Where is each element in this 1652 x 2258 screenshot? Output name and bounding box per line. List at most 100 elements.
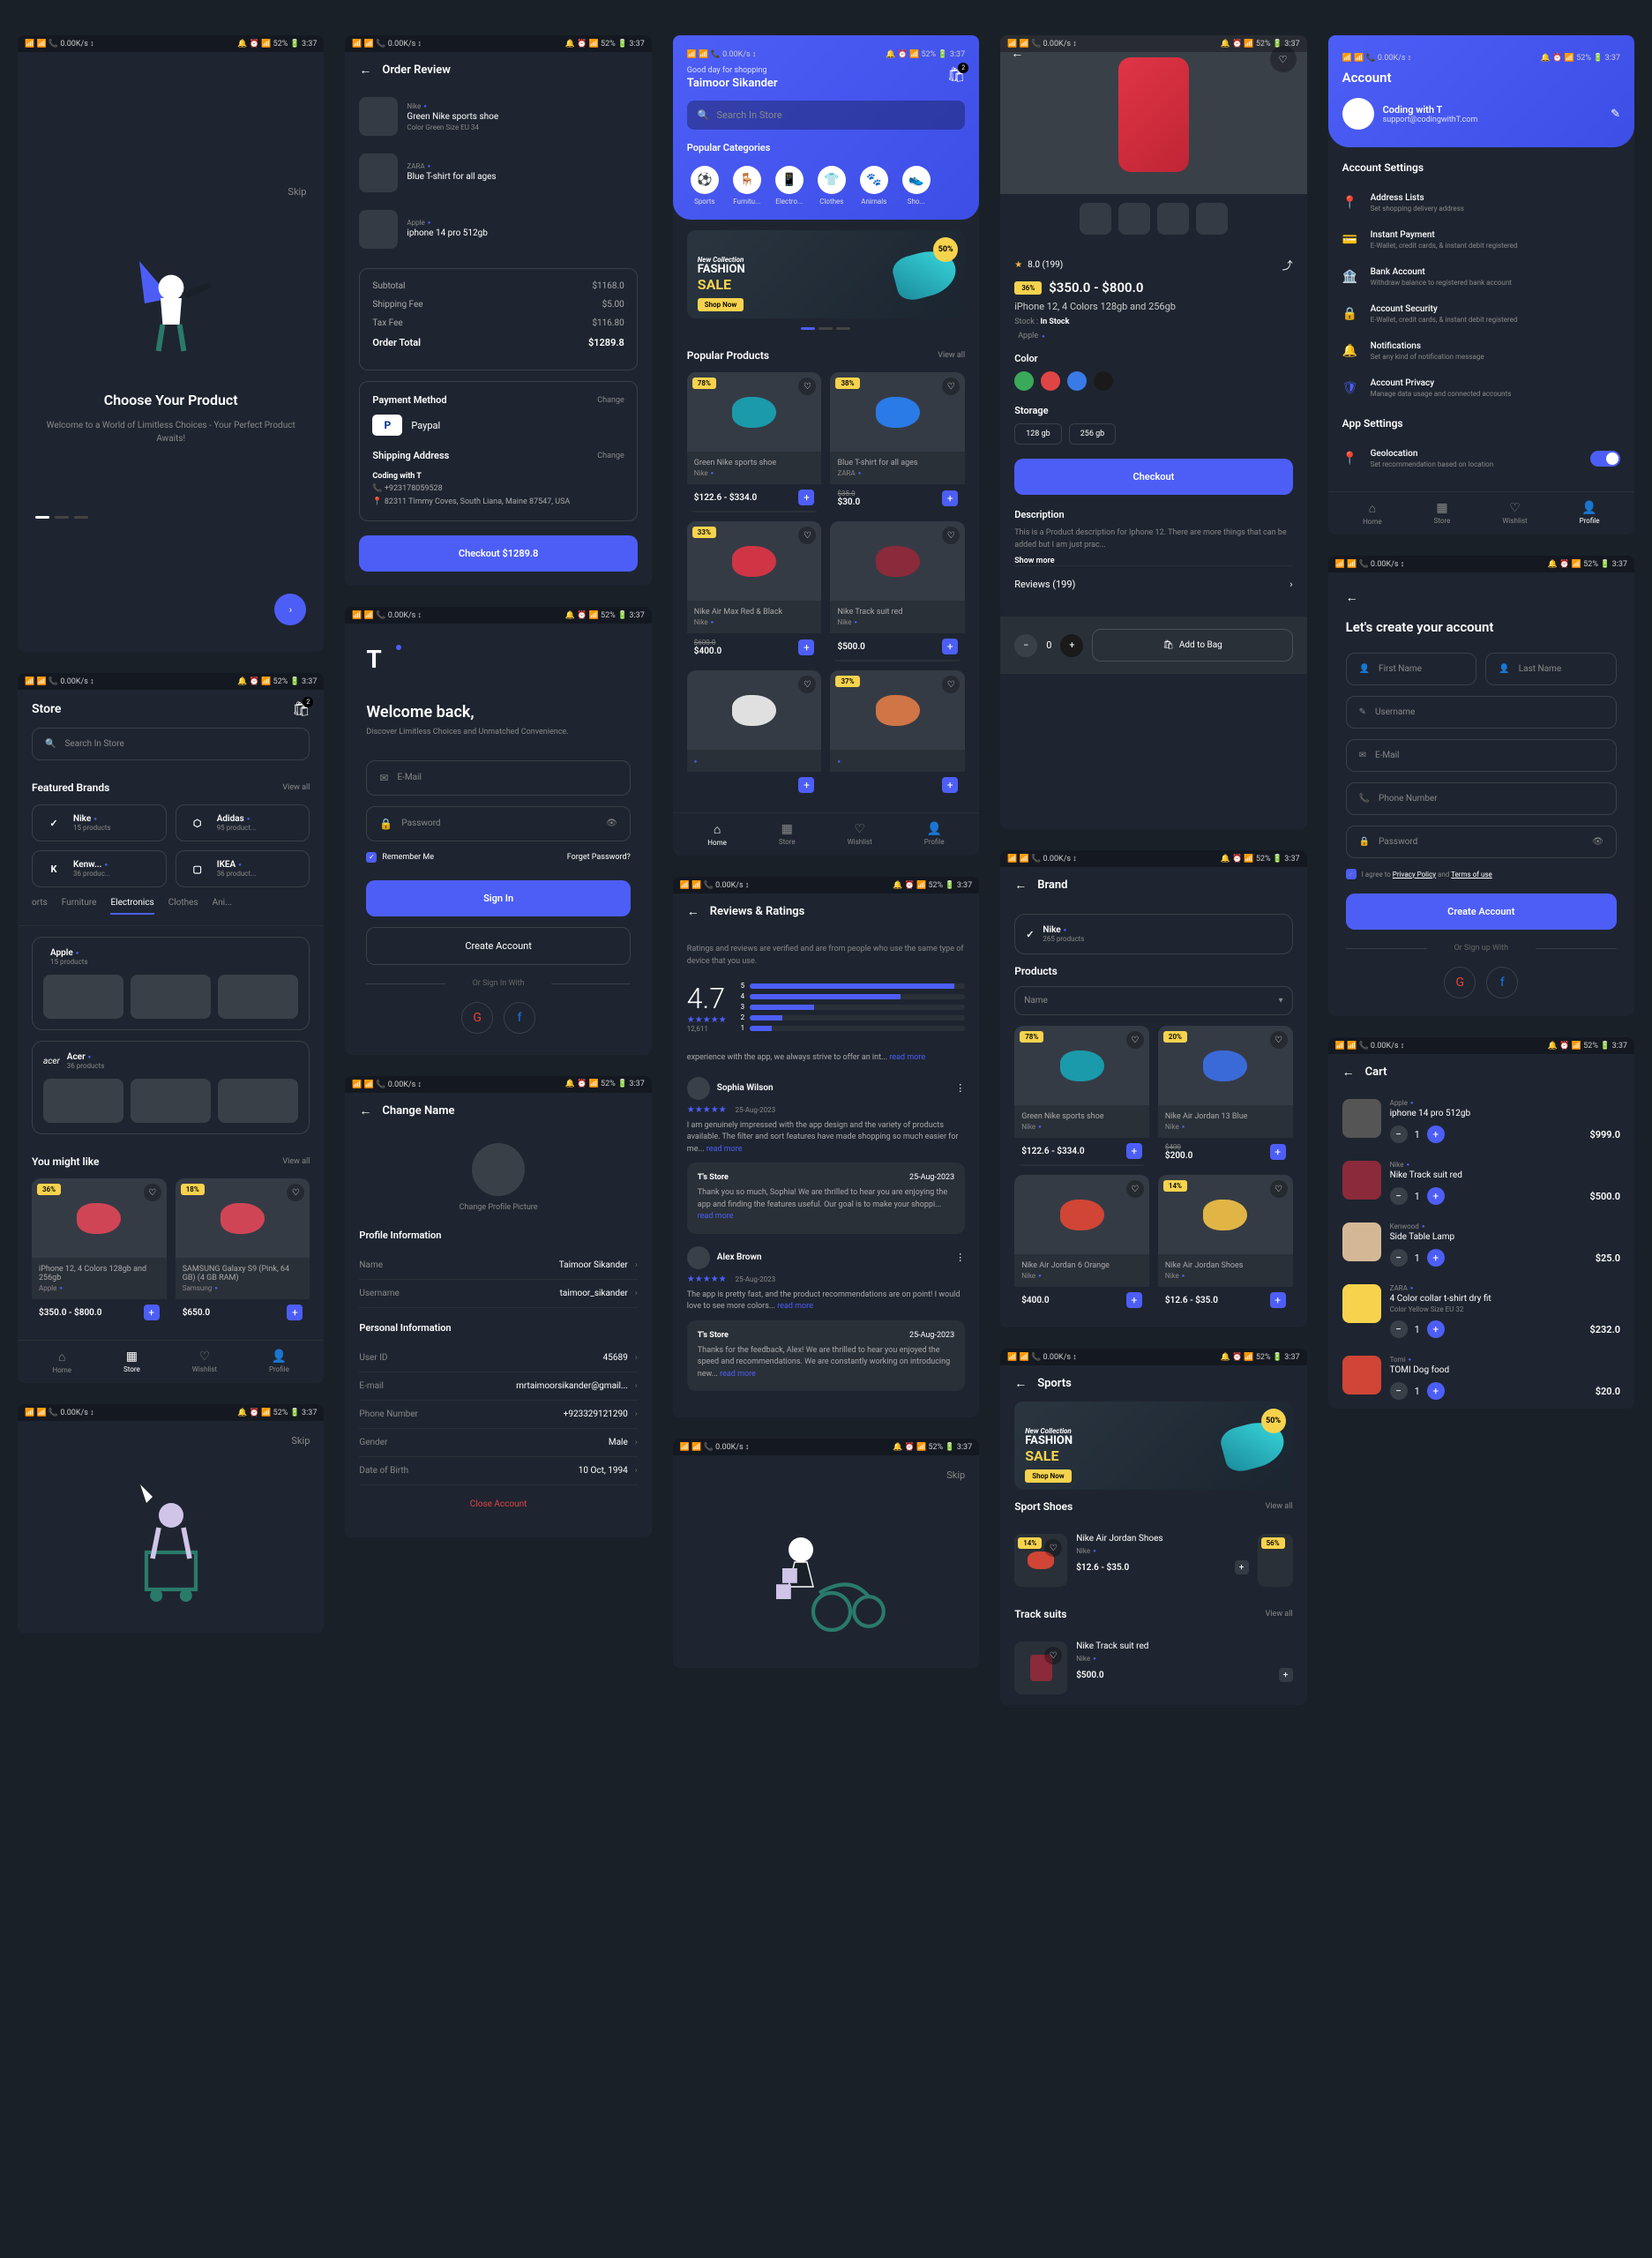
brand-card[interactable]: ▢IKEA36 product... bbox=[176, 850, 310, 887]
next-button[interactable]: › bbox=[274, 594, 306, 625]
heart-icon[interactable]: ♡ bbox=[798, 676, 816, 693]
product-card[interactable]: 78%♡ Green Nike sports shoeNike $122.6 -… bbox=[1014, 1026, 1149, 1166]
nav-home[interactable]: ⌂Home bbox=[707, 822, 727, 847]
add-button[interactable]: + bbox=[1126, 1143, 1142, 1159]
qty-minus[interactable]: − bbox=[1390, 1382, 1408, 1400]
qty-plus[interactable]: + bbox=[1427, 1249, 1445, 1267]
change-picture[interactable]: Change Profile Picture bbox=[359, 1203, 637, 1212]
nav-profile[interactable]: 👤Profile bbox=[269, 1350, 289, 1374]
color-option[interactable] bbox=[1041, 371, 1060, 391]
product-card[interactable]: 78%♡ Green Nike sports shoeNike $122.6 -… bbox=[687, 372, 822, 512]
heart-icon[interactable]: ♡ bbox=[942, 527, 960, 544]
profile-row[interactable]: GenderMale › bbox=[359, 1429, 637, 1457]
nav-home[interactable]: ⌂Home bbox=[53, 1350, 72, 1374]
tab-Furniture[interactable]: Furniture bbox=[62, 898, 97, 915]
create-account-button[interactable]: Create Account bbox=[366, 927, 630, 965]
skip-link[interactable]: Skip bbox=[288, 186, 306, 198]
profile-row[interactable]: Date of Birth10 Oct, 1994 › bbox=[359, 1457, 637, 1485]
color-option[interactable] bbox=[1067, 371, 1087, 391]
thumbnail[interactable] bbox=[1080, 203, 1111, 235]
view-all-link[interactable]: View all bbox=[282, 783, 310, 792]
back-button[interactable]: ← bbox=[1346, 591, 1358, 605]
checkout-button[interactable]: Checkout bbox=[1014, 459, 1292, 495]
back-button[interactable]: ← bbox=[359, 1103, 371, 1118]
product-card[interactable]: 38%♡ Blue T-shirt for all agesZARA $35.0… bbox=[830, 372, 965, 512]
qty-plus[interactable]: + bbox=[1427, 1187, 1445, 1205]
profile-row[interactable]: E-mailmrtaimoorsikander@gmail... › bbox=[359, 1372, 637, 1401]
password-field[interactable]: 🔒Password👁 bbox=[366, 806, 630, 841]
add-button[interactable]: + bbox=[798, 777, 814, 793]
qty-minus[interactable]: − bbox=[1390, 1187, 1408, 1205]
category-item[interactable]: ⚽Sports bbox=[687, 166, 722, 206]
read-more[interactable]: read more bbox=[889, 1053, 925, 1062]
change-payment[interactable]: Change bbox=[597, 396, 624, 405]
heart-icon[interactable]: ♡ bbox=[1270, 1180, 1288, 1198]
product-card[interactable]: 20%♡ Nike Air Jordan 13 BlueNike $400$20… bbox=[1158, 1026, 1293, 1166]
heart-icon[interactable]: ♡ bbox=[798, 378, 816, 395]
qty-minus[interactable]: − bbox=[1014, 634, 1037, 657]
add-button[interactable]: + bbox=[144, 1305, 160, 1320]
settings-item[interactable]: 🔒Account SecurityE-Wallet, credit cards,… bbox=[1342, 295, 1620, 333]
remember-checkbox[interactable]: ✓Remember Me bbox=[366, 852, 434, 863]
promo-banner[interactable]: New CollectionFASHIONSALEShop Now 50% bbox=[1014, 1402, 1292, 1490]
category-item[interactable]: 👟Sho... bbox=[899, 166, 934, 206]
sort-dropdown[interactable]: Name▾ bbox=[1014, 986, 1292, 1015]
signin-button[interactable]: Sign In bbox=[366, 880, 630, 916]
color-option[interactable] bbox=[1014, 371, 1034, 391]
add-to-bag[interactable]: 🛍Add to Bag bbox=[1092, 629, 1292, 662]
qty-minus[interactable]: − bbox=[1390, 1249, 1408, 1267]
back-button[interactable]: ← bbox=[359, 63, 371, 78]
add-button[interactable]: + bbox=[287, 1305, 303, 1320]
product-card[interactable]: 37%♡ + bbox=[830, 670, 965, 798]
nav-profile[interactable]: 👤Profile bbox=[924, 822, 945, 847]
product-card[interactable]: 18%♡ SAMSUNG Galaxy S9 (Pink, 64 GB) (4 … bbox=[176, 1178, 310, 1326]
qty-minus[interactable]: − bbox=[1390, 1125, 1408, 1143]
more-icon[interactable]: ⋮ bbox=[955, 1082, 965, 1094]
nav-store[interactable]: ▦Store bbox=[779, 822, 796, 847]
nav-profile[interactable]: 👤Profile bbox=[1580, 501, 1600, 526]
color-option[interactable] bbox=[1094, 371, 1113, 391]
featured-brand-acer[interactable]: acerAcer36 products bbox=[32, 1041, 310, 1134]
heart-icon[interactable]: ♡ bbox=[1126, 1031, 1144, 1049]
product-card[interactable]: 14%♡ Nike Air Jordan ShoesNike $12.6 - $… bbox=[1158, 1175, 1293, 1313]
heart-icon[interactable]: ♡ bbox=[287, 1184, 304, 1201]
product-card[interactable]: 33%♡ Nike Air Max Red & BlackNike $600.0… bbox=[687, 521, 822, 662]
back-button[interactable]: ← bbox=[1011, 46, 1023, 61]
lname-field[interactable]: 👤Last Name bbox=[1485, 653, 1617, 685]
back-button[interactable]: ← bbox=[1014, 1376, 1027, 1391]
profile-row[interactable]: Phone Number+923329121290 › bbox=[359, 1401, 637, 1429]
add-button[interactable]: + bbox=[1270, 1144, 1286, 1160]
tab-Electronics[interactable]: Electronics bbox=[110, 898, 153, 915]
create-account-button[interactable]: Create Account bbox=[1346, 893, 1617, 930]
google-login[interactable]: G bbox=[461, 1002, 493, 1034]
cart-icon[interactable]: 🛍 bbox=[947, 66, 965, 83]
facebook-signup[interactable]: f bbox=[1486, 967, 1518, 998]
brand-card[interactable]: KKenw...36 produc... bbox=[32, 850, 167, 887]
settings-item[interactable]: 🔔NotificationsSet any kind of notificati… bbox=[1342, 333, 1620, 370]
back-button[interactable]: ← bbox=[1342, 1065, 1355, 1080]
nav-wishlist[interactable]: ♡Wishlist bbox=[848, 822, 872, 847]
show-more[interactable]: Show more bbox=[1014, 557, 1292, 565]
category-item[interactable]: 👕Clothes bbox=[814, 166, 849, 206]
nav-wishlist[interactable]: ♡Wishlist bbox=[192, 1350, 217, 1374]
terms-checkbox[interactable]: ✓I agree to Privacy Policy and Terms of … bbox=[1346, 869, 1617, 879]
qty-plus[interactable]: + bbox=[1060, 634, 1083, 657]
back-button[interactable]: ← bbox=[687, 904, 699, 919]
fname-field[interactable]: 👤First Name bbox=[1346, 653, 1477, 685]
username-field[interactable]: ✎Username bbox=[1346, 696, 1617, 729]
eye-icon[interactable]: 👁 bbox=[1592, 837, 1603, 847]
toggle[interactable] bbox=[1590, 451, 1620, 467]
facebook-login[interactable]: f bbox=[504, 1002, 535, 1034]
skip-link[interactable]: Skip bbox=[946, 1469, 965, 1481]
heart-icon[interactable]: ♡ bbox=[942, 378, 960, 395]
add-button[interactable]: + bbox=[942, 490, 958, 506]
category-item[interactable]: 🐾Animals bbox=[856, 166, 892, 206]
heart-icon[interactable]: ♡ bbox=[798, 527, 816, 544]
settings-item[interactable]: 🛡Account PrivacyManage data usage and co… bbox=[1342, 370, 1620, 407]
search-input[interactable]: 🔍Search In Store bbox=[687, 101, 965, 130]
share-icon[interactable]: ⤴ bbox=[1282, 258, 1293, 273]
settings-item[interactable]: 💳Instant PaymentE-Wallet, credit cards, … bbox=[1342, 221, 1620, 258]
heart-icon[interactable]: ♡ bbox=[1126, 1180, 1144, 1198]
profile-row[interactable]: User ID45689 › bbox=[359, 1344, 637, 1372]
settings-item[interactable]: 📍GeolocationSet recommendation based on … bbox=[1342, 440, 1620, 477]
